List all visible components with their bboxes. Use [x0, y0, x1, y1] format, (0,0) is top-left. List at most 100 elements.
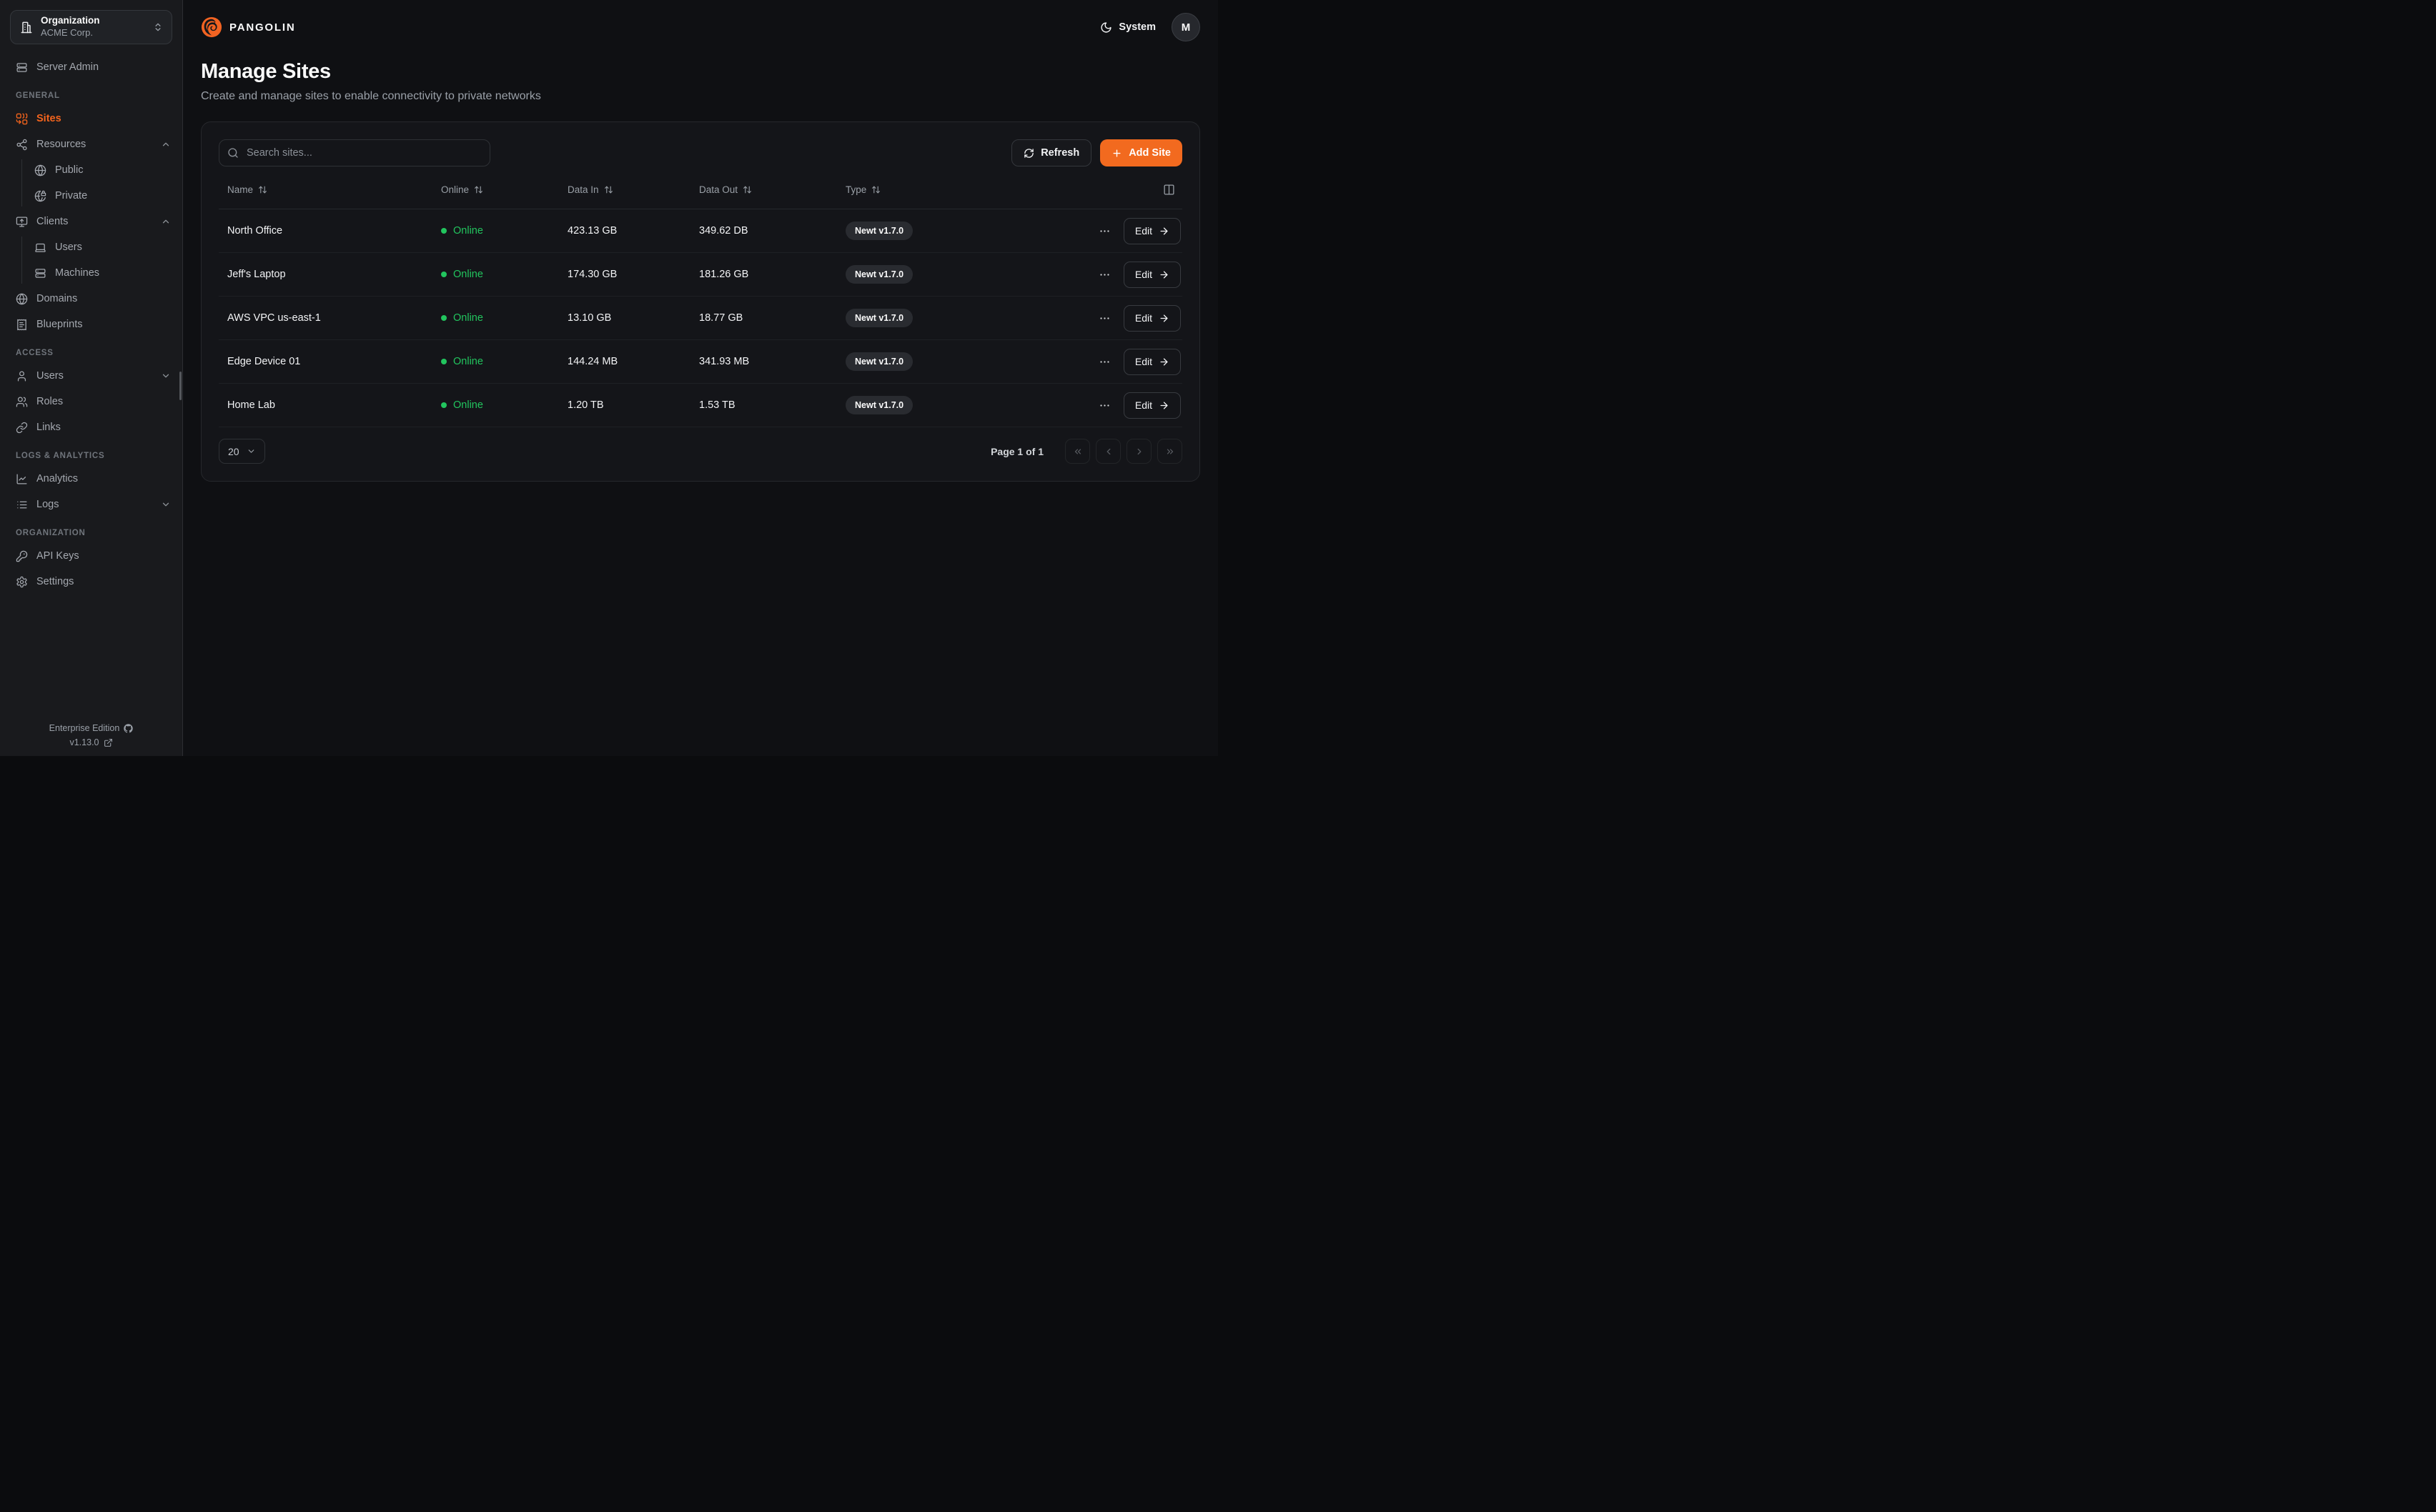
data-out: 341.93 MB: [690, 356, 837, 367]
data-out: 18.77 GB: [690, 312, 837, 324]
link-icon: [16, 422, 28, 434]
sidebar-item-label: Users: [36, 370, 64, 382]
sidebar-item-domains[interactable]: Domains: [0, 286, 182, 312]
data-in: 144.24 MB: [559, 356, 690, 367]
sidebar-item-resources[interactable]: Resources: [0, 131, 182, 157]
section-access: ACCESS: [0, 337, 182, 363]
table-row: North Office Online 423.13 GB 349.62 DB …: [219, 209, 1182, 253]
toggle-columns-button[interactable]: [1160, 181, 1178, 199]
sidebar-scrollbar[interactable]: [179, 372, 182, 400]
sidebar-item-label: Blueprints: [36, 319, 82, 330]
column-header-online[interactable]: Online: [432, 184, 559, 195]
theme-toggle[interactable]: System: [1100, 21, 1156, 34]
column-header-type[interactable]: Type: [837, 184, 1004, 195]
data-in: 174.30 GB: [559, 269, 690, 280]
online-dot: [441, 315, 447, 321]
avatar[interactable]: M: [1172, 13, 1200, 41]
sidebar-item-logs[interactable]: Logs: [0, 492, 182, 517]
table-toolbar: Refresh Add Site: [219, 139, 1182, 166]
building-icon: [19, 20, 34, 34]
next-page-button[interactable]: [1127, 439, 1152, 464]
sort-icon: [258, 185, 267, 194]
refresh-icon: [1024, 148, 1034, 159]
table-row: AWS VPC us-east-1 Online 13.10 GB 18.77 …: [219, 297, 1182, 340]
online-status: Online: [453, 225, 483, 237]
chevrons-left-icon: [1073, 447, 1083, 457]
sidebar-item-sites[interactable]: Sites: [0, 106, 182, 131]
chevron-right-icon: [1134, 447, 1144, 457]
type-badge: Newt v1.7.0: [846, 352, 913, 371]
prev-page-button[interactable]: [1096, 439, 1121, 464]
users-icon: [16, 396, 28, 408]
column-header-data-out[interactable]: Data Out: [690, 184, 837, 195]
chevron-left-icon: [1104, 447, 1114, 457]
sidebar-item-label: Private: [55, 190, 87, 202]
data-in: 1.20 TB: [559, 399, 690, 411]
row-menu-button[interactable]: [1096, 353, 1114, 371]
sort-icon: [474, 185, 483, 194]
topbar: PANGOLIN System M: [201, 0, 1200, 54]
sidebar-item-public[interactable]: Public: [0, 157, 182, 183]
online-dot: [441, 402, 447, 408]
site-name: Edge Device 01: [219, 356, 432, 367]
last-page-button[interactable]: [1157, 439, 1182, 464]
sidebar-item-clients[interactable]: Clients: [0, 209, 182, 234]
sidebar-item-label: Analytics: [36, 473, 78, 484]
edit-button[interactable]: Edit: [1124, 218, 1181, 244]
sites-card: Refresh Add Site Name Online: [201, 121, 1200, 482]
add-site-button[interactable]: Add Site: [1100, 139, 1182, 166]
sidebar-item-machines[interactable]: Machines: [0, 260, 182, 286]
moon-icon: [1100, 21, 1112, 34]
sidebar-item-private[interactable]: Private: [0, 183, 182, 209]
refresh-label: Refresh: [1041, 147, 1079, 159]
sidebar-item-links[interactable]: Links: [0, 414, 182, 440]
arrow-right-icon: [1159, 400, 1169, 411]
column-header-data-in[interactable]: Data In: [559, 184, 690, 195]
org-value: ACME Corp.: [41, 27, 146, 39]
first-page-button[interactable]: [1065, 439, 1090, 464]
ellipsis-icon: [1099, 225, 1111, 237]
site-name: Home Lab: [219, 399, 432, 411]
sidebar-item-blueprints[interactable]: Blueprints: [0, 312, 182, 337]
main-content: PANGOLIN System M Manage Sites Create an…: [183, 0, 1218, 756]
ellipsis-icon: [1099, 269, 1111, 281]
edit-button[interactable]: Edit: [1124, 349, 1181, 375]
row-menu-button[interactable]: [1096, 266, 1114, 284]
online-status: Online: [453, 269, 483, 280]
edit-button[interactable]: Edit: [1124, 262, 1181, 288]
sidebar-item-label: API Keys: [36, 550, 79, 562]
search-wrap: [219, 139, 490, 166]
sidebar-item-label: Server Admin: [36, 61, 99, 73]
chevron-up-icon: [161, 139, 171, 149]
github-icon[interactable]: [124, 724, 133, 733]
sidebar-item-label: Machines: [55, 267, 99, 279]
monitor-up-icon: [16, 216, 28, 228]
section-organization: ORGANIZATION: [0, 517, 182, 543]
external-link-icon[interactable]: [104, 738, 113, 747]
row-menu-button[interactable]: [1096, 397, 1114, 414]
organization-selector[interactable]: Organization ACME Corp.: [10, 10, 172, 44]
page-size-select[interactable]: 20: [219, 439, 265, 464]
sidebar-item-label: Users: [55, 242, 82, 253]
edit-button[interactable]: Edit: [1124, 305, 1181, 332]
row-menu-button[interactable]: [1096, 309, 1114, 327]
edit-button[interactable]: Edit: [1124, 392, 1181, 419]
sidebar-item-client-users[interactable]: Users: [0, 234, 182, 260]
data-in: 13.10 GB: [559, 312, 690, 324]
sidebar-item-analytics[interactable]: Analytics: [0, 466, 182, 492]
sidebar-item-api-keys[interactable]: API Keys: [0, 543, 182, 569]
sidebar-item-users[interactable]: Users: [0, 363, 182, 389]
sidebar-item-settings[interactable]: Settings: [0, 569, 182, 595]
column-header-name[interactable]: Name: [219, 184, 432, 195]
row-menu-button[interactable]: [1096, 222, 1114, 240]
sidebar-item-server-admin[interactable]: Server Admin: [0, 54, 182, 80]
search-input[interactable]: [219, 139, 490, 166]
laptop-icon: [34, 242, 46, 254]
user-icon: [16, 370, 28, 382]
sidebar-item-label: Settings: [36, 576, 74, 587]
refresh-button[interactable]: Refresh: [1011, 139, 1091, 166]
server-icon: [16, 61, 28, 74]
receipt-icon: [16, 319, 28, 331]
type-badge: Newt v1.7.0: [846, 309, 913, 327]
sidebar-item-roles[interactable]: Roles: [0, 389, 182, 414]
